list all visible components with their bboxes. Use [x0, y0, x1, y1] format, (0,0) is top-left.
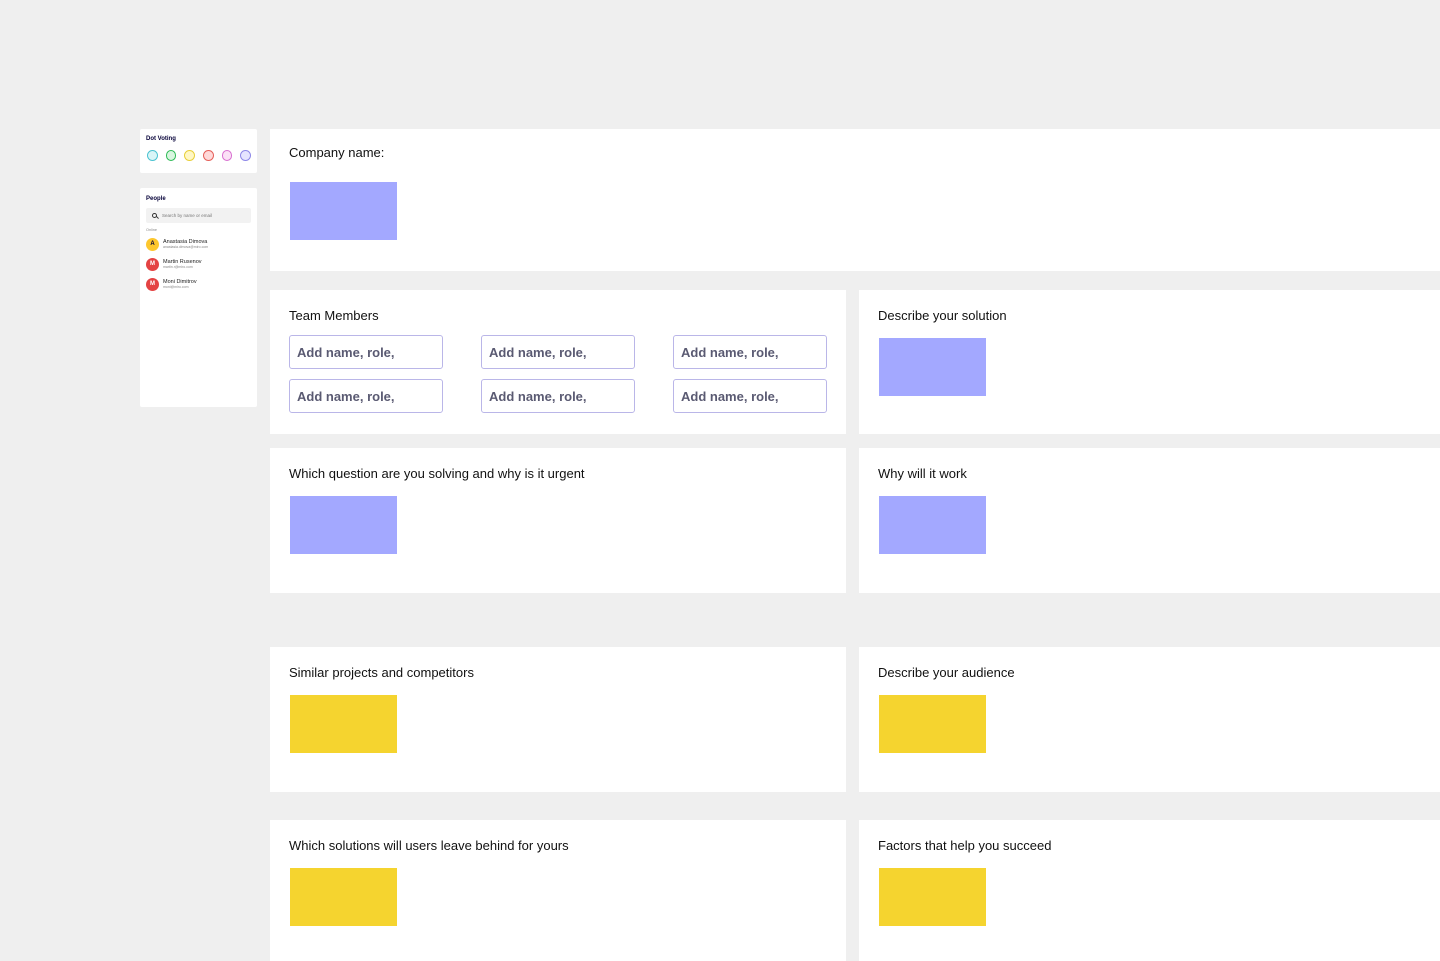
sticky-note[interactable]	[879, 496, 986, 554]
vote-dot[interactable]	[165, 150, 177, 161]
avatar: A	[146, 237, 159, 251]
frame-title: Which solutions will users leave behind …	[289, 838, 569, 853]
frame-title: Describe your audience	[878, 665, 1015, 680]
frame-question-urgent[interactable]: Which question are you solving and why i…	[270, 448, 846, 593]
vote-dot[interactable]	[240, 150, 252, 161]
frame-title: Why will it work	[878, 466, 967, 481]
team-member-grid: Add name, role, Add name, role, Add name…	[289, 335, 827, 413]
frame-title: Which question are you solving and why i…	[289, 466, 585, 481]
sticky-note[interactable]	[879, 695, 986, 753]
team-member-field[interactable]: Add name, role,	[289, 379, 443, 413]
frame-title: Factors that help you succeed	[878, 838, 1052, 853]
team-member-field[interactable]: Add name, role,	[481, 335, 635, 369]
sticky-note[interactable]	[290, 695, 397, 753]
frame-leave-behind[interactable]: Which solutions will users leave behind …	[270, 820, 846, 961]
frame-describe-audience[interactable]: Describe your audience	[859, 647, 1440, 792]
frame-describe-solution[interactable]: Describe your solution	[859, 290, 1440, 434]
frame-success-factors[interactable]: Factors that help you succeed	[859, 820, 1440, 961]
person-item[interactable]: M Martin Rusenov martin.r@miro.com	[146, 256, 251, 272]
vote-dot[interactable]	[147, 150, 158, 161]
vote-dot[interactable]	[203, 150, 214, 161]
sticky-note[interactable]	[879, 338, 986, 396]
dot-voting-colors	[146, 150, 252, 161]
frame-company-name[interactable]: Company name:	[270, 129, 1440, 271]
frame-title: Similar projects and competitors	[289, 665, 474, 680]
avatar: M	[146, 277, 159, 291]
person-item[interactable]: M Moni Dimitrov moni@miro.com	[146, 276, 251, 292]
person-email: moni@miro.com	[163, 285, 189, 289]
dot-voting-title: Dot Voting	[146, 136, 176, 142]
frame-why-work[interactable]: Why will it work	[859, 448, 1440, 593]
sticky-note[interactable]	[290, 868, 397, 926]
sticky-note[interactable]	[290, 496, 397, 554]
vote-dot[interactable]	[221, 150, 233, 161]
sticky-note[interactable]	[879, 868, 986, 926]
frame-title: Describe your solution	[878, 308, 1007, 323]
team-member-field[interactable]: Add name, role,	[673, 335, 827, 369]
people-title: People	[146, 196, 166, 202]
dot-voting-widget: Dot Voting	[140, 129, 257, 173]
search-icon	[152, 213, 157, 218]
team-member-field[interactable]: Add name, role,	[673, 379, 827, 413]
vote-dot[interactable]	[184, 150, 196, 161]
person-email: anastasia.dimova@miro.com	[163, 245, 209, 249]
person-item[interactable]: A Anastasia Dimova anastasia.dimova@miro…	[146, 236, 251, 252]
person-email: martin.r@miro.com	[163, 265, 193, 269]
online-label: Online	[146, 228, 157, 232]
team-member-field[interactable]: Add name, role,	[481, 379, 635, 413]
frame-similar-projects[interactable]: Similar projects and competitors	[270, 647, 846, 792]
frame-title: Team Members	[289, 308, 379, 323]
frame-title: Company name:	[289, 145, 385, 160]
people-search-input[interactable]: Search by name or email	[146, 208, 251, 223]
frame-team-members[interactable]: Team Members Add name, role, Add name, r…	[270, 290, 846, 434]
search-placeholder: Search by name or email	[162, 213, 213, 218]
avatar: M	[146, 257, 159, 271]
sticky-note[interactable]	[290, 182, 397, 240]
people-widget: People Search by name or email Online A …	[140, 188, 257, 407]
team-member-field[interactable]: Add name, role,	[289, 335, 443, 369]
